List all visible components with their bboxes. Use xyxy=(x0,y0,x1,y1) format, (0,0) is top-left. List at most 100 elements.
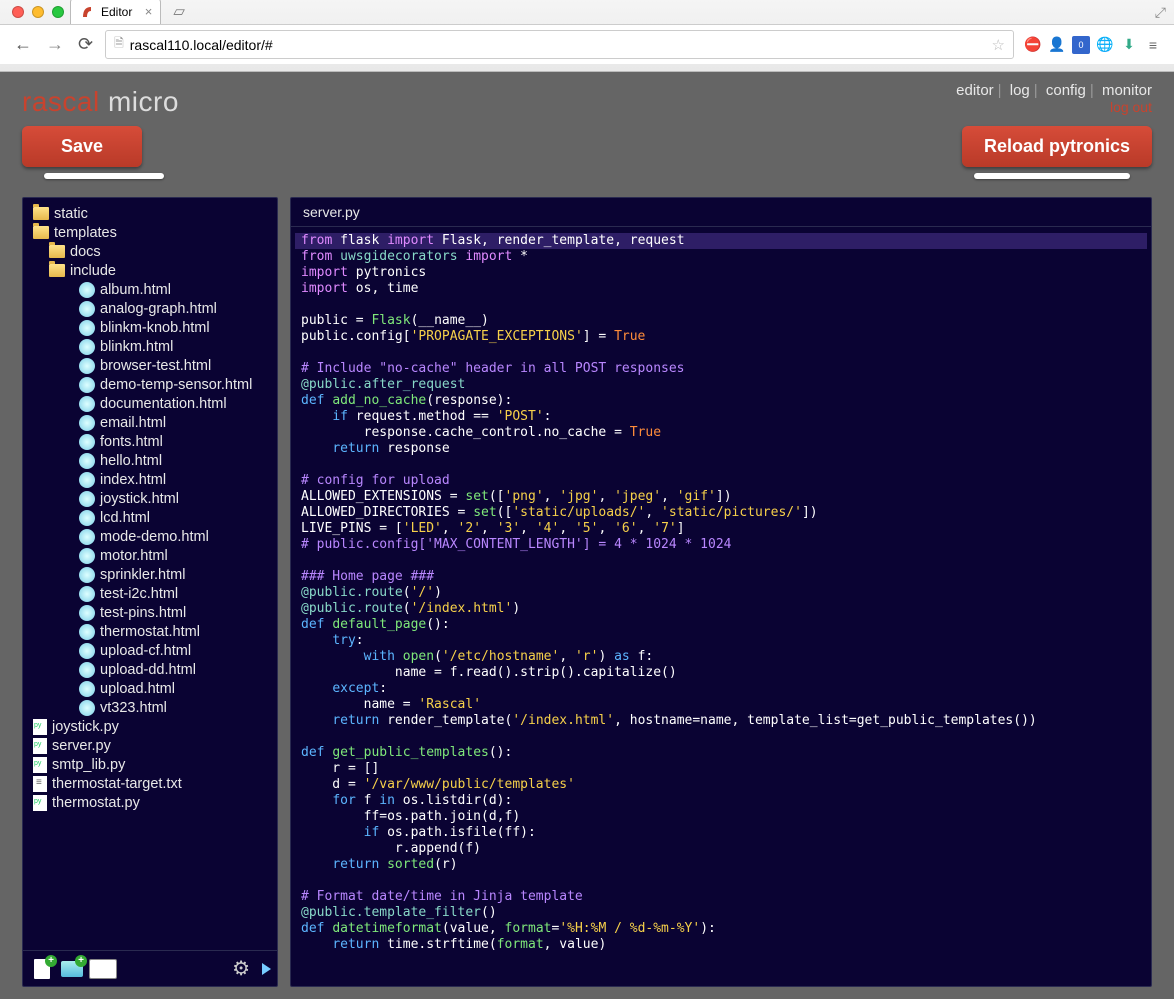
tree-item-browser-test-html[interactable]: browser-test.html xyxy=(27,356,273,375)
tree-item-documentation-html[interactable]: documentation.html xyxy=(27,394,273,413)
brand-part1: rascal xyxy=(22,86,100,117)
tree-item-test-i2c-html[interactable]: test-i2c.html xyxy=(27,584,273,603)
adblock-icon[interactable]: ⛔ xyxy=(1024,36,1042,54)
tree-item-docs[interactable]: docs xyxy=(27,242,273,261)
code-line: return sorted(r) xyxy=(295,857,1147,873)
tree-item-templates[interactable]: templates xyxy=(27,223,273,242)
file-tree[interactable]: static templates docs includealbum.htmlanal… xyxy=(23,198,277,950)
tree-item-fonts-html[interactable]: fonts.html xyxy=(27,432,273,451)
code-line xyxy=(295,953,1147,969)
html-icon xyxy=(79,548,95,564)
tree-item-label: hello.html xyxy=(100,453,162,469)
html-icon xyxy=(79,681,95,697)
tree-item-vt323-html[interactable]: vt323.html xyxy=(27,698,273,717)
bookmark-star-icon[interactable]: ☆ xyxy=(992,36,1005,54)
code-line: # Include "no-cache" header in all POST … xyxy=(295,361,1147,377)
code-line: try: xyxy=(295,633,1147,649)
brand-part2: micro xyxy=(100,86,179,117)
tree-item-hello-html[interactable]: hello.html xyxy=(27,451,273,470)
tree-item-blinkm-knob-html[interactable]: blinkm-knob.html xyxy=(27,318,273,337)
nav-monitor[interactable]: monitor xyxy=(1102,82,1152,99)
code-line xyxy=(295,553,1147,569)
save-button[interactable]: Save xyxy=(22,126,142,167)
tree-item-mode-demo-html[interactable]: mode-demo.html xyxy=(27,527,273,546)
address-bar[interactable]: 🗎 rascal110.local/editor/# ☆ xyxy=(105,30,1014,59)
tree-item-label: sprinkler.html xyxy=(100,567,185,583)
extension-badge-icon[interactable]: 0 xyxy=(1072,36,1090,54)
tree-item-test-pins-html[interactable]: test-pins.html xyxy=(27,603,273,622)
html-icon xyxy=(79,339,95,355)
new-file-button[interactable]: + xyxy=(29,957,55,981)
reload-button[interactable]: ⟳ xyxy=(76,34,95,55)
code-line xyxy=(295,457,1147,473)
tree-item-joystick-html[interactable]: joystick.html xyxy=(27,489,273,508)
nav-log[interactable]: log xyxy=(1010,82,1030,99)
tree-item-motor-html[interactable]: motor.html xyxy=(27,546,273,565)
new-folder-button[interactable]: + xyxy=(59,957,85,981)
reload-pytronics-button[interactable]: Reload pytronics xyxy=(962,126,1152,167)
nav-config[interactable]: config xyxy=(1046,82,1086,99)
tree-item-label: upload.html xyxy=(100,681,175,697)
nav-editor[interactable]: editor xyxy=(956,82,994,99)
tree-item-label: static xyxy=(54,206,88,222)
tree-item-sprinkler-html[interactable]: sprinkler.html xyxy=(27,565,273,584)
code-line: d = '/var/www/public/templates' xyxy=(295,777,1147,793)
back-button[interactable]: ← xyxy=(12,34,34,55)
gear-icon[interactable]: ⚙ xyxy=(232,956,250,981)
footer-input[interactable] xyxy=(89,959,117,979)
browser-tab[interactable]: Editor × xyxy=(70,0,161,24)
code-line xyxy=(295,345,1147,361)
tree-item-thermostat-target-txt[interactable]: thermostat-target.txt xyxy=(27,774,273,793)
tree-item-label: joystick.html xyxy=(100,491,179,507)
html-icon xyxy=(79,320,95,336)
nav-logout[interactable]: log out xyxy=(1110,99,1152,115)
code-line: return time.strftime(format, value) xyxy=(295,937,1147,953)
code-line: ### Home page ### xyxy=(295,569,1147,585)
tree-item-joystick-py[interactable]: joystick.py xyxy=(27,717,273,736)
tree-item-album-html[interactable]: album.html xyxy=(27,280,273,299)
play-icon[interactable] xyxy=(262,963,271,975)
tree-item-lcd-html[interactable]: lcd.html xyxy=(27,508,273,527)
globe-icon[interactable]: 🌐 xyxy=(1096,36,1114,54)
code-line: return response xyxy=(295,441,1147,457)
html-icon xyxy=(79,301,95,317)
tree-item-label: templates xyxy=(54,225,117,241)
tree-item-static[interactable]: static xyxy=(27,204,273,223)
tree-item-server-py[interactable]: server.py xyxy=(27,736,273,755)
tree-item-label: docs xyxy=(70,244,101,260)
py-icon xyxy=(33,757,47,773)
topbar: rascal micro editor| log| config| monito… xyxy=(0,72,1174,122)
code-line: @public.after_request xyxy=(295,377,1147,393)
tree-item-demo-temp-sensor-html[interactable]: demo-temp-sensor.html xyxy=(27,375,273,394)
code-line: # config for upload xyxy=(295,473,1147,489)
tree-item-email-html[interactable]: email.html xyxy=(27,413,273,432)
code-line: # public.config['MAX_CONTENT_LENGTH'] = … xyxy=(295,537,1147,553)
html-icon xyxy=(79,662,95,678)
tree-item-index-html[interactable]: index.html xyxy=(27,470,273,489)
forward-button[interactable]: → xyxy=(44,34,66,55)
tree-item-thermostat-html[interactable]: thermostat.html xyxy=(27,622,273,641)
tree-item-analog-graph-html[interactable]: analog-graph.html xyxy=(27,299,273,318)
code-line: def datetimeformat(value, format='%H:%M … xyxy=(295,921,1147,937)
close-tab-icon[interactable]: × xyxy=(145,4,153,19)
code-area[interactable]: from flask import Flask, render_template… xyxy=(291,227,1151,986)
new-tab-button[interactable]: ▱ xyxy=(167,0,191,22)
code-line: @public.route('/index.html') xyxy=(295,601,1147,617)
tree-item-upload-dd-html[interactable]: upload-dd.html xyxy=(27,660,273,679)
tree-item-include[interactable]: include xyxy=(27,261,273,280)
menu-icon[interactable]: ≡ xyxy=(1144,36,1162,54)
code-line: import pytronics xyxy=(295,265,1147,281)
top-nav: editor| log| config| monitor log out xyxy=(956,82,1152,116)
tree-item-upload-cf-html[interactable]: upload-cf.html xyxy=(27,641,273,660)
tree-item-smtp_lib-py[interactable]: smtp_lib.py xyxy=(27,755,273,774)
tree-item-label: joystick.py xyxy=(52,719,119,735)
tree-item-blinkm-html[interactable]: blinkm.html xyxy=(27,337,273,356)
editor-filename[interactable]: server.py xyxy=(291,198,1151,227)
tree-item-label: server.py xyxy=(52,738,111,754)
tree-item-label: mode-demo.html xyxy=(100,529,209,545)
extension-icon-4[interactable]: ⬇ xyxy=(1120,36,1138,54)
tree-item-thermostat-py[interactable]: thermostat.py xyxy=(27,793,273,812)
extension-icon-2[interactable]: 👤 xyxy=(1048,36,1066,54)
tree-item-upload-html[interactable]: upload.html xyxy=(27,679,273,698)
tree-item-label: include xyxy=(70,263,116,279)
